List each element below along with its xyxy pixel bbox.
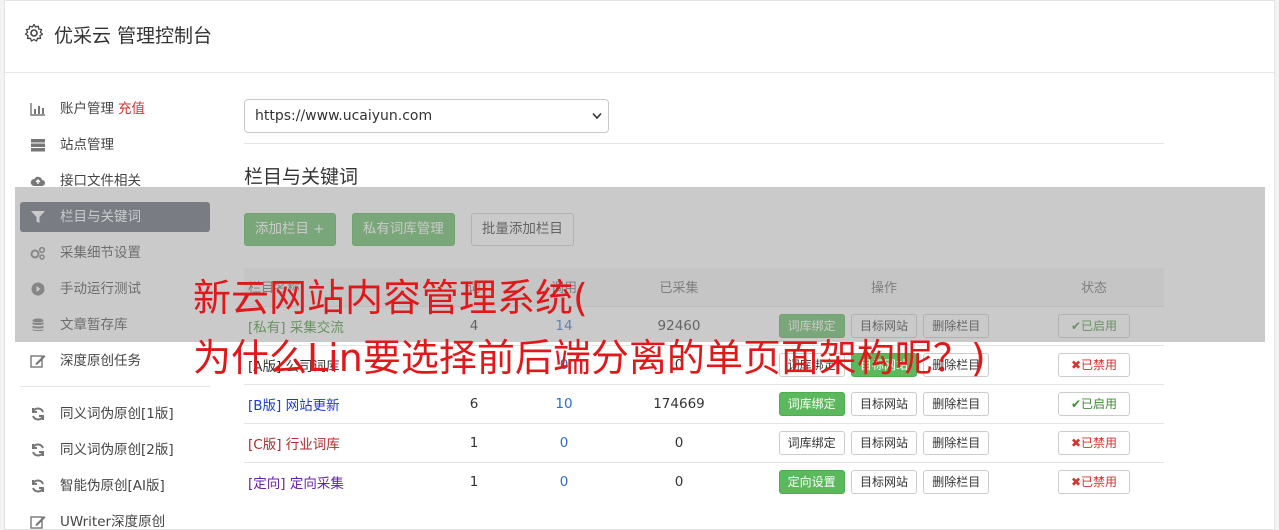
delete-column-button[interactable]: 删除栏目 (923, 469, 990, 494)
cell-collected: 0 (614, 422, 744, 462)
status-toggle[interactable]: ✖已禁用 (1058, 469, 1130, 494)
refresh-icon (32, 443, 44, 457)
column-name[interactable]: [B版] 网站更新 (244, 383, 434, 423)
status-label: 已禁用 (1081, 474, 1118, 489)
directional-settings-button[interactable]: 定向设置 (778, 469, 845, 494)
edit-icon (30, 355, 46, 368)
column-title: 定向采集 (289, 475, 344, 492)
table-row: [C版] 行业词库 1 0 0 词库绑定 目标网站 删除栏目 ✖已禁用 (244, 422, 1164, 462)
cell-status: ✖已禁用 (1024, 344, 1164, 384)
sidebar-item-sites[interactable]: 站点管理 (20, 130, 210, 160)
refresh-icon (32, 479, 44, 493)
status-toggle[interactable]: ✖已禁用 (1058, 430, 1130, 455)
divider (244, 143, 1164, 144)
cell-collected: 174669 (614, 383, 744, 423)
edit-icon (30, 516, 46, 529)
sidebar-divider (20, 386, 210, 387)
status-label: 已启用 (1081, 396, 1118, 411)
sidebar-item-account[interactable]: 账户管理 充值 (20, 94, 210, 124)
delete-column-button[interactable]: 删除栏目 (923, 391, 990, 416)
sidebar-item-label: 同义词伪原创[1版] (60, 406, 174, 422)
cell-status: ✖已禁用 (1024, 461, 1164, 501)
sidebar-item-synonym-v2[interactable]: 同义词伪原创[2版] (20, 435, 210, 465)
column-tag: [定向] (248, 475, 286, 492)
status-label: 已禁用 (1081, 435, 1118, 450)
sidebar-item-label: 智能伪原创[AI版] (60, 478, 165, 494)
cell-collected: 0 (614, 461, 744, 501)
column-title: 网站更新 (285, 397, 340, 414)
overlay-caption-line1: 新云网站内容管理系统( (193, 276, 588, 320)
sidebar-item-synonym-v1[interactable]: 同义词伪原创[1版] (20, 399, 210, 429)
check-icon: ✔ (1070, 396, 1082, 411)
status-toggle[interactable]: ✖已禁用 (1058, 352, 1130, 377)
site-select[interactable]: https://www.ucaiyun.com (244, 99, 609, 133)
cross-icon: ✖ (1070, 474, 1082, 489)
chevron-down-icon (592, 112, 602, 120)
cell-calls[interactable]: 0 (514, 461, 614, 501)
column-name[interactable]: [定向] 定向采集 (244, 461, 434, 501)
target-site-button[interactable]: 目标网站 (850, 430, 917, 455)
column-title: 行业词库 (285, 436, 340, 453)
cell-calls[interactable]: 10 (514, 383, 614, 423)
bind-lexicon-button[interactable]: 词库绑定 (778, 430, 845, 455)
cell-actions: 定向设置 目标网站 删除栏目 (744, 461, 1024, 501)
sidebar-item-label: UWriter深度原创 (60, 514, 166, 530)
sidebar-item-label: 账户管理 (60, 101, 114, 117)
bind-lexicon-button[interactable]: 词库绑定 (778, 391, 845, 416)
cell-calls[interactable]: 0 (514, 422, 614, 462)
cloud-upload-icon (30, 176, 45, 186)
cell-status: ✖已禁用 (1024, 422, 1164, 462)
cross-icon: ✖ (1070, 435, 1082, 450)
status-label: 已禁用 (1081, 357, 1118, 372)
cell-count: 1 (434, 461, 514, 501)
sidebar-item-label: 站点管理 (60, 137, 114, 153)
status-toggle[interactable]: ✔已启用 (1058, 391, 1130, 416)
cell-count: 6 (434, 383, 514, 423)
cell-actions: 词库绑定 目标网站 删除栏目 (744, 422, 1024, 462)
refresh-icon (32, 407, 44, 421)
target-site-button[interactable]: 目标网站 (850, 391, 917, 416)
overlay-caption-line2: 为什么Lin要选择前后端分离的单页面架构呢？) (193, 336, 986, 380)
page-title: 优采云 管理控制台 (54, 25, 213, 47)
cell-actions: 词库绑定 目标网站 删除栏目 (744, 383, 1024, 423)
header: 优采云 管理控制台 (5, 1, 1274, 73)
table-row: [定向] 定向采集 1 0 0 定向设置 目标网站 删除栏目 ✖已禁用 (244, 461, 1164, 501)
sidebar-item-deep-original[interactable]: 深度原创任务 (20, 346, 210, 376)
gear-icon (24, 23, 44, 42)
section-title: 栏目与关键词 (244, 166, 359, 188)
column-tag: [C版] (248, 436, 282, 453)
target-site-button[interactable]: 目标网站 (850, 469, 917, 494)
cell-count: 1 (434, 422, 514, 462)
sidebar-item-label: 深度原创任务 (60, 353, 141, 369)
bar-chart-icon (30, 103, 45, 116)
server-icon (31, 139, 45, 152)
overlay-caption: 新云网站内容管理系统( 为什么Lin要选择前后端分离的单页面架构呢？) (193, 268, 986, 388)
column-name[interactable]: [C版] 行业词库 (244, 422, 434, 462)
sidebar-item-label: 同义词伪原创[2版] (60, 442, 174, 458)
column-tag: [B版] (248, 397, 282, 414)
cell-status: ✔已启用 (1024, 383, 1164, 423)
site-select-value: https://www.ucaiyun.com (255, 108, 433, 124)
sidebar-item-uwriter[interactable]: UWriter深度原创 (20, 507, 210, 530)
cross-icon: ✖ (1070, 357, 1082, 372)
table-row: [B版] 网站更新 6 10 174669 词库绑定 目标网站 删除栏目 ✔已启… (244, 383, 1164, 423)
recharge-link[interactable]: 充值 (118, 101, 145, 117)
sidebar-item-ai-rewrite[interactable]: 智能伪原创[AI版] (20, 471, 210, 501)
delete-column-button[interactable]: 删除栏目 (923, 430, 990, 455)
